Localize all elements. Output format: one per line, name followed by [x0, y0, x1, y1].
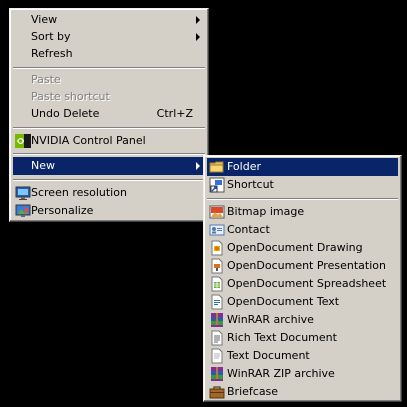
refresh-label: Refresh [31, 47, 73, 60]
menu-separator [13, 67, 205, 69]
undo-delete-shortcut: Ctrl+Z [156, 107, 193, 120]
briefcase-icon [209, 384, 225, 400]
winrar-zip-icon [209, 366, 225, 382]
new-item-opendocument-drawing[interactable]: OpenDocument Drawing [207, 239, 398, 257]
personalize-icon [15, 203, 31, 219]
odp-icon [209, 258, 225, 274]
shortcut-icon [209, 177, 225, 193]
paste-label: Paste [31, 73, 61, 86]
submenu-arrow-icon [196, 16, 200, 24]
new-item-text-document[interactable]: Text Document [207, 347, 398, 365]
shortcut-label: Shortcut [227, 178, 274, 191]
new-item-briefcase[interactable]: Briefcase [207, 383, 398, 401]
submenu-arrow-icon [196, 162, 200, 170]
odt-label: OpenDocument Text [227, 295, 340, 308]
ods-icon [209, 276, 225, 292]
desktop-context-menu: View Sort by Refresh Paste Paste shortcu… [9, 8, 209, 222]
txt-label: Text Document [227, 349, 310, 362]
bitmap-icon [209, 204, 225, 220]
odg-icon [209, 240, 225, 256]
menu-separator [13, 127, 205, 129]
menu-item-paste-shortcut[interactable]: Paste shortcut [13, 88, 205, 106]
view-label: View [31, 13, 58, 26]
sort-by-label: Sort by [31, 30, 71, 43]
nvidia-icon [15, 133, 31, 149]
nvidia-label: NVIDIA Control Panel [31, 134, 146, 147]
new-item-shortcut[interactable]: Shortcut [207, 176, 398, 194]
new-label: New [31, 159, 55, 172]
new-submenu: Folder Shortcut Bitmap image Contact Ope… [203, 155, 402, 402]
odp-label: OpenDocument Presentation [227, 259, 386, 272]
screen-resolution-icon [15, 185, 31, 201]
menu-item-personalize[interactable]: Personalize [13, 202, 205, 220]
paste-shortcut-label: Paste shortcut [31, 90, 110, 103]
undo-delete-label: Undo Delete [31, 107, 100, 120]
new-item-contact[interactable]: Contact [207, 221, 398, 239]
winrar-icon [209, 312, 225, 328]
rtf-label: Rich Text Document [227, 331, 337, 344]
personalize-label: Personalize [31, 204, 94, 217]
menu-item-undo-delete[interactable]: Undo Delete Ctrl+Z [13, 105, 205, 123]
menu-item-paste[interactable]: Paste [13, 71, 205, 89]
contact-label: Contact [227, 223, 270, 236]
odt-icon [209, 294, 225, 310]
screen-resolution-label: Screen resolution [31, 186, 127, 199]
menu-item-sort-by[interactable]: Sort by [13, 28, 205, 46]
menu-item-nvidia-control-panel[interactable]: NVIDIA Control Panel [13, 132, 205, 150]
new-item-bitmap-image[interactable]: Bitmap image [207, 203, 398, 221]
submenu-arrow-icon [196, 33, 200, 41]
new-item-opendocument-presentation[interactable]: OpenDocument Presentation [207, 257, 398, 275]
folder-label: Folder [227, 160, 261, 173]
new-item-winrar-archive[interactable]: WinRAR archive [207, 311, 398, 329]
menu-item-screen-resolution[interactable]: Screen resolution [13, 184, 205, 202]
new-item-folder[interactable]: Folder [207, 158, 398, 176]
rtf-icon [209, 330, 225, 346]
new-item-opendocument-text[interactable]: OpenDocument Text [207, 293, 398, 311]
menu-item-view[interactable]: View [13, 11, 205, 29]
folder-icon [209, 159, 225, 175]
contact-icon [209, 222, 225, 238]
winrar-zip-label: WinRAR ZIP archive [227, 367, 335, 380]
odg-label: OpenDocument Drawing [227, 241, 363, 254]
new-item-winrar-zip-archive[interactable]: WinRAR ZIP archive [207, 365, 398, 383]
menu-separator [13, 179, 205, 181]
menu-separator [13, 153, 205, 155]
ods-label: OpenDocument Spreadsheet [227, 277, 387, 290]
briefcase-label: Briefcase [227, 385, 279, 398]
new-item-rich-text-document[interactable]: Rich Text Document [207, 329, 398, 347]
menu-item-refresh[interactable]: Refresh [13, 45, 205, 63]
new-item-opendocument-spreadsheet[interactable]: OpenDocument Spreadsheet [207, 275, 398, 293]
menu-separator [207, 198, 398, 200]
menu-item-new[interactable]: New [13, 157, 205, 175]
txt-icon [209, 348, 225, 364]
bitmap-label: Bitmap image [227, 205, 305, 218]
winrar-label: WinRAR archive [227, 313, 314, 326]
